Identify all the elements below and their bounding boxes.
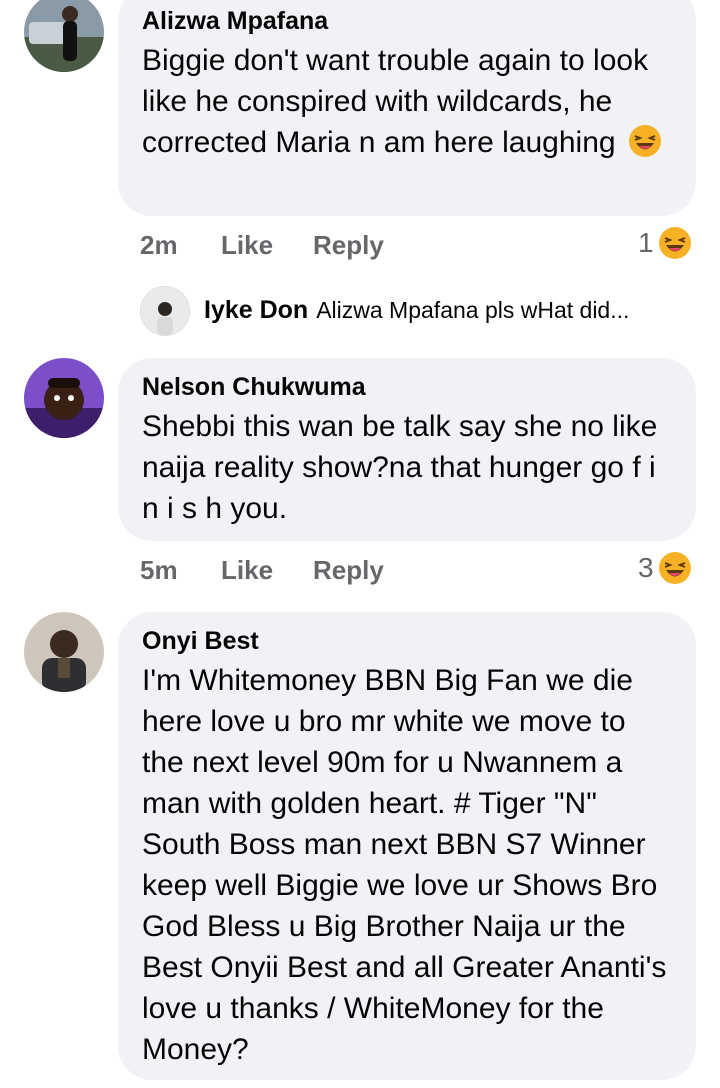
avatar-onyi-best[interactable]	[24, 612, 104, 692]
comment-bubble: Onyi Best I'm Whitemoney BBN Big Fan we …	[118, 612, 696, 1080]
like-button[interactable]: Like	[221, 230, 273, 261]
comment-author[interactable]: Alizwa Mpafana	[142, 6, 672, 36]
laughing-emoji-icon	[658, 226, 692, 260]
comment-actions: 5m Like Reply	[140, 555, 440, 587]
avatar-alizwa[interactable]	[24, 0, 104, 72]
comment-text: Biggie don't want trouble again to look …	[142, 40, 672, 163]
reaction-count: 1	[638, 227, 654, 258]
avatar-nelson[interactable]	[24, 358, 104, 438]
reply-author[interactable]: Iyke Don	[204, 296, 308, 325]
comment-bubble: Alizwa Mpafana Biggie don't want trouble…	[118, 0, 696, 216]
laughing-emoji-icon	[628, 124, 662, 158]
reaction-summary[interactable]: 1	[638, 226, 692, 260]
comment-author[interactable]: Nelson Chukwuma	[142, 372, 672, 402]
like-button[interactable]: Like	[221, 555, 273, 586]
comment-bubble: Nelson Chukwuma Shebbi this wan be talk …	[118, 358, 696, 541]
laughing-emoji-icon	[658, 551, 692, 585]
reaction-count: 3	[638, 552, 654, 583]
comment-text: I'm Whitemoney BBN Big Fan we die here l…	[142, 664, 667, 1066]
avatar-iyke-don[interactable]	[140, 286, 190, 336]
timestamp: 5m	[140, 555, 178, 585]
timestamp: 2m	[140, 230, 178, 260]
reply-button[interactable]: Reply	[313, 555, 384, 586]
comment-text: Shebbi this wan be talk say she no like …	[142, 410, 658, 525]
reply-button[interactable]: Reply	[313, 230, 384, 261]
comment-actions: 2m Like Reply	[140, 230, 440, 262]
reply-preview[interactable]: Iyke Don Alizwa Mpafana pls wHat did...	[204, 296, 629, 325]
reply-snippet: Alizwa Mpafana pls wHat did...	[316, 297, 630, 323]
comment-author[interactable]: Onyi Best	[142, 626, 672, 656]
reaction-summary[interactable]: 3	[638, 551, 692, 585]
